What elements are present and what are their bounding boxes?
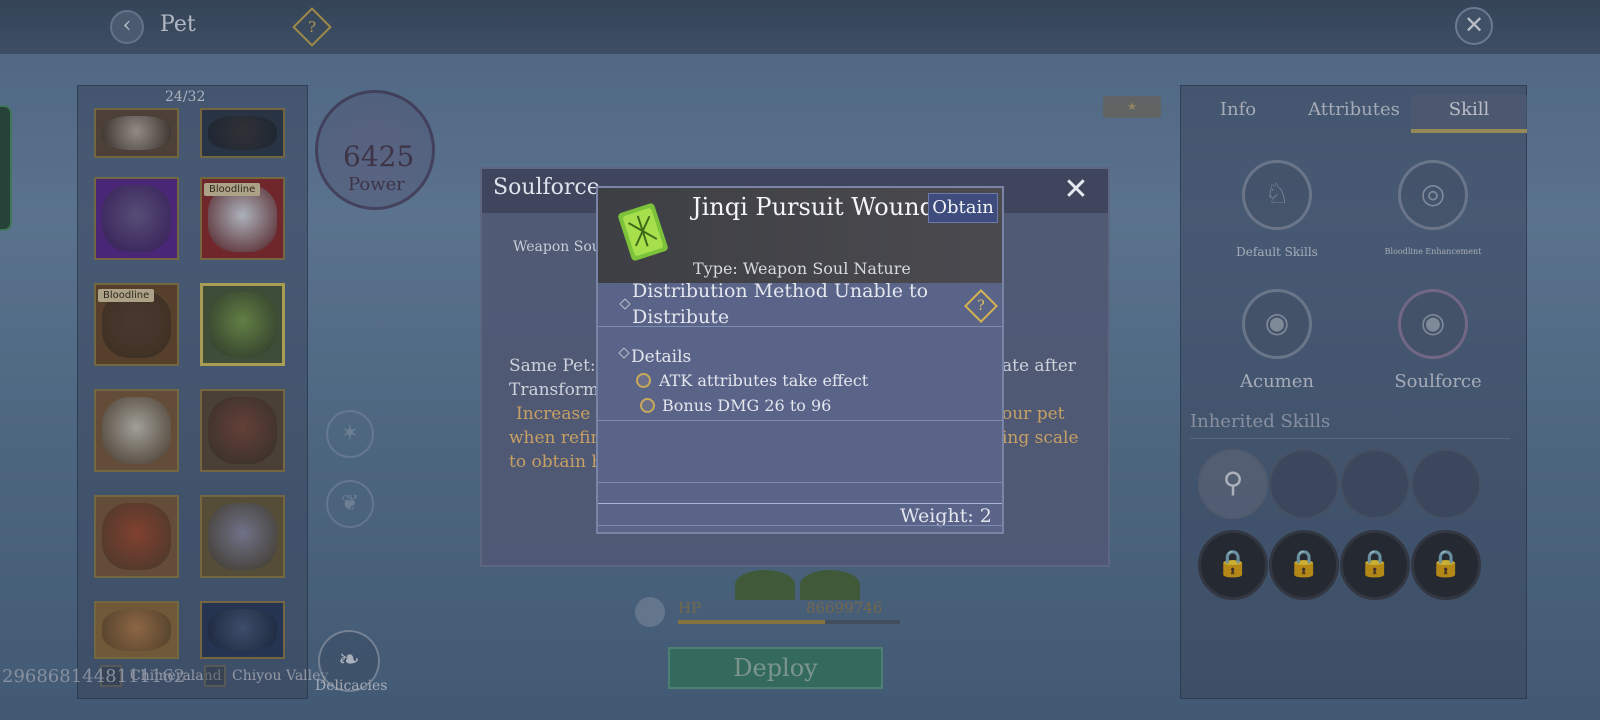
scroll-icon [618,203,668,261]
soulforce-text-4b: ing scale [1002,428,1079,448]
item-weight: Weight: 2 [900,505,992,527]
obtain-button[interactable]: Obtain [928,193,998,223]
detail-atk: ATK attributes take effect [659,371,869,390]
help-icon: ? [977,298,985,314]
detail-bullet-icon [636,373,651,388]
item-type: Type: Weapon Soul Nature [693,259,911,278]
distribution-method: Distribution Method Unable to Distribute [632,280,929,328]
item-name: Jinqi Pursuit Wound [692,193,935,221]
divider [598,503,1002,504]
details-label: Details [631,347,692,367]
detail-bullet-icon [640,398,655,413]
soulforce-text-1b: ate after [1002,356,1076,376]
soulforce-subtitle: Weapon Sou [513,239,601,255]
soulforce-text-2: Transform [509,380,600,400]
soulforce-close-icon[interactable]: ✕ [1057,172,1095,210]
soulforce-text-4a: when refin [509,428,602,448]
divider [598,326,1002,327]
soulforce-title: Soulforce [493,175,600,200]
divider [598,420,1002,421]
detail-bonus: Bonus DMG 26 to 96 [662,396,832,415]
soulforce-text-5: to obtain h [509,452,603,472]
divider [598,525,1002,526]
soulforce-text-3b: our pet [1002,404,1065,424]
divider [598,482,1002,483]
soulforce-text-3a: Increase y [516,404,606,424]
